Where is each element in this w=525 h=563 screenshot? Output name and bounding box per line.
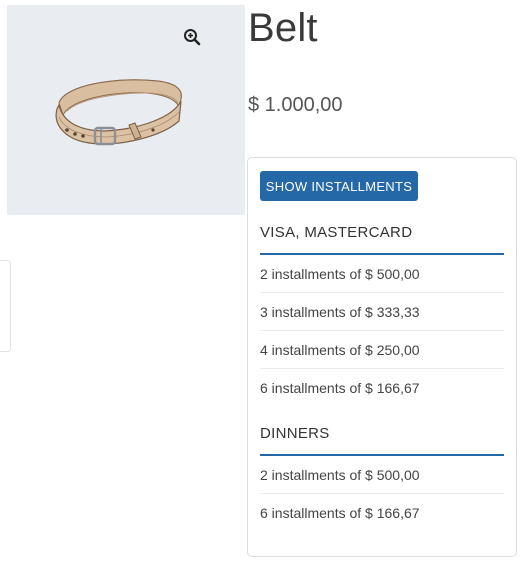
product-image-gallery[interactable] — [7, 5, 245, 215]
zoom-button[interactable] — [175, 20, 209, 54]
installment-row: 6 installments of $ 166,67 — [260, 505, 420, 521]
installment-group-dinners: DINNERS 2 installments of $ 500,00 6 ins… — [260, 425, 504, 532]
installment-group-title: VISA, MASTERCARD — [260, 224, 504, 255]
installment-row: 2 installments of $ 500,00 — [260, 456, 504, 494]
installment-row: 4 installments of $ 250,00 — [260, 331, 504, 369]
installment-group-visa-mastercard: VISA, MASTERCARD 2 installments of $ 500… — [260, 224, 504, 407]
installment-row: 2 installments of $ 500,00 — [260, 255, 504, 293]
product-title: Belt — [248, 6, 318, 50]
installment-row: 3 installments of $ 333,33 — [260, 293, 504, 331]
zoom-in-icon — [184, 29, 201, 46]
belt-product-image — [55, 79, 182, 146]
side-panel-tab[interactable] — [0, 260, 11, 352]
show-installments-button[interactable]: SHOW INSTALLMENTS — [260, 171, 418, 201]
installment-group-title: DINNERS — [260, 425, 504, 456]
product-price: $ 1.000,00 — [248, 94, 343, 116]
installments-panel: SHOW INSTALLMENTS VISA, MASTERCARD 2 ins… — [247, 157, 517, 557]
installment-row: 6 installments of $ 166,67 — [260, 380, 420, 396]
